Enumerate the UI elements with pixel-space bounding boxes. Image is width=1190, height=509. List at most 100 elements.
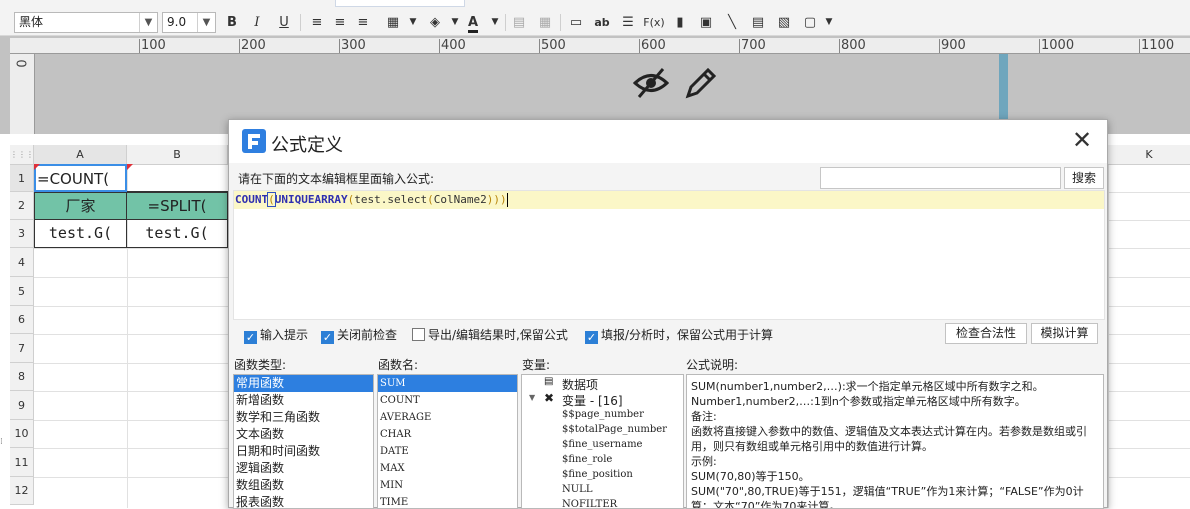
column-header-b[interactable]: B: [127, 145, 228, 165]
text-field-icon[interactable]: ▭: [565, 12, 587, 33]
tree-leaf[interactable]: $fine_role: [562, 454, 612, 465]
split-cells-icon[interactable]: ▦: [534, 12, 556, 33]
text-tool-button[interactable]: ab: [591, 12, 613, 33]
hide-icon[interactable]: [632, 66, 670, 103]
checkbox-icon[interactable]: ✓: [244, 331, 257, 344]
row-header[interactable]: 8: [10, 363, 34, 391]
cell-a1[interactable]: =COUNT(: [34, 164, 127, 192]
list-item[interactable]: TIME: [378, 494, 517, 508]
select-all-corner[interactable]: ⋮⋮⋮: [10, 145, 34, 165]
checkbox-icon[interactable]: ✓: [321, 331, 334, 344]
row-header[interactable]: 7: [10, 334, 34, 363]
close-icon[interactable]: ✕: [1069, 128, 1095, 154]
column-header-k[interactable]: K: [1108, 145, 1190, 165]
row-header[interactable]: 11: [10, 448, 34, 477]
list-item[interactable]: 新增函数: [234, 392, 373, 409]
tree-leaf[interactable]: $fine_position: [562, 469, 633, 480]
italic-button[interactable]: I: [246, 12, 268, 33]
check-validity-button[interactable]: 检查合法性: [945, 323, 1027, 344]
list-item[interactable]: 日期和时间函数: [234, 443, 373, 460]
row-header[interactable]: 12: [10, 477, 34, 505]
func-name-list[interactable]: SUM COUNT AVERAGE CHAR DATE MAX MIN TIME: [377, 374, 518, 509]
row-header[interactable]: 9: [10, 391, 34, 420]
checkbox-icon[interactable]: [412, 328, 425, 341]
row-header[interactable]: 1: [10, 165, 34, 192]
tree-leaf[interactable]: $$page_number: [562, 409, 644, 420]
tree-item-data[interactable]: 数据项: [562, 376, 598, 393]
list-item[interactable]: MAX: [378, 460, 517, 477]
row-header[interactable]: 6: [10, 306, 34, 334]
list-item[interactable]: MIN: [378, 477, 517, 494]
tree-leaf[interactable]: $$totalPage_number: [562, 424, 667, 435]
formula-button[interactable]: F(x): [643, 12, 665, 33]
slash-line-icon[interactable]: ╲: [721, 12, 743, 33]
tree-leaf[interactable]: NULL: [562, 484, 592, 495]
cell-b3[interactable]: test.G(: [127, 220, 228, 248]
option-keep-formula-export[interactable]: 导出/编辑结果时,保留公式: [412, 328, 568, 342]
list-item[interactable]: 文本函数: [234, 426, 373, 443]
column-header-a[interactable]: A: [34, 145, 127, 165]
font-name-select[interactable]: 黑体 ▼: [14, 12, 158, 33]
list-item[interactable]: AVERAGE: [378, 409, 517, 426]
variable-tree[interactable]: ▤ 数据项 ▼ ✖ 变量 - [16] $$page_number $$tota…: [521, 374, 684, 509]
ruler-label: 100: [141, 38, 166, 53]
tree-leaf[interactable]: $fine_username: [562, 439, 642, 450]
border-icon[interactable]: ▦: [382, 12, 404, 33]
cell-b2[interactable]: =SPLIT(: [127, 192, 228, 220]
ruler-label: 500: [541, 38, 566, 53]
chevron-down-icon[interactable]: ▼: [484, 12, 506, 33]
list-item[interactable]: 常用函数: [234, 375, 373, 392]
resize-handle[interactable]: ⁞: [0, 437, 3, 447]
chevron-down-icon[interactable]: ▼: [402, 12, 424, 33]
row-header[interactable]: 10: [10, 420, 34, 448]
underline-button[interactable]: U: [273, 12, 295, 33]
sub-report-icon[interactable]: ▤: [747, 12, 769, 33]
widget-icon[interactable]: ▧: [773, 12, 795, 33]
merge-cells-icon[interactable]: ▤: [508, 12, 530, 33]
cell-a3[interactable]: test.G(: [34, 220, 127, 248]
option-check-before-close[interactable]: ✓ 关闭前检查: [321, 328, 397, 344]
function-search-input[interactable]: [820, 167, 1061, 189]
image-icon[interactable]: ▣: [695, 12, 717, 33]
list-item[interactable]: SUM: [378, 375, 517, 392]
align-right-icon[interactable]: ≡: [352, 12, 374, 33]
list-item[interactable]: 报表函数: [234, 494, 373, 508]
edit-pencil-icon[interactable]: [684, 66, 718, 103]
row-header[interactable]: 4: [10, 248, 34, 277]
chart-icon[interactable]: ▮: [669, 12, 691, 33]
list-item[interactable]: 逻辑函数: [234, 460, 373, 477]
checkbox-icon[interactable]: ✓: [585, 331, 598, 344]
option-input-hint[interactable]: ✓ 输入提示: [244, 328, 308, 344]
chevron-down-icon[interactable]: ▼: [818, 12, 840, 33]
simulate-button[interactable]: 模拟计算: [1031, 323, 1098, 344]
list-item[interactable]: DATE: [378, 443, 517, 460]
row-header[interactable]: 2: [10, 192, 34, 220]
formula-editor[interactable]: COUNT(UNIQUEARRAY(test.select(ColName2))…: [233, 190, 1105, 320]
ruler-label: 300: [341, 38, 366, 53]
fill-color-icon[interactable]: ◈: [424, 12, 446, 33]
sheet-tab[interactable]: [335, 0, 465, 7]
func-type-list[interactable]: 常用函数 新增函数 数学和三角函数 文本函数 日期和时间函数 逻辑函数 数组函数…: [233, 374, 374, 509]
formula-line: COUNT(UNIQUEARRAY(test.select(ColName2))…: [234, 191, 1104, 209]
align-left-icon[interactable]: ≡: [306, 12, 328, 33]
align-center-icon[interactable]: ≡: [329, 12, 351, 33]
bold-button[interactable]: B: [221, 12, 243, 33]
list-item[interactable]: CHAR: [378, 426, 517, 443]
tree-expand-icon[interactable]: ▼: [529, 393, 535, 402]
tree-item-variables[interactable]: 变量 - [16]: [562, 392, 623, 409]
cell-a2[interactable]: 厂家: [34, 192, 127, 220]
row-header[interactable]: 5: [10, 277, 34, 306]
font-color-icon[interactable]: A: [462, 12, 484, 33]
description-label: 公式说明:: [686, 358, 739, 372]
list-item[interactable]: 数学和三角函数: [234, 409, 373, 426]
list-item[interactable]: 数组函数: [234, 477, 373, 494]
list-item[interactable]: COUNT: [378, 392, 517, 409]
option-keep-formula-fill[interactable]: ✓ 填报/分析时，保留公式用于计算: [585, 328, 773, 344]
row-header[interactable]: 3: [10, 220, 34, 248]
cell-b1[interactable]: [127, 165, 228, 192]
description-line: 示例:: [691, 455, 717, 468]
paragraph-icon[interactable]: ☰: [617, 12, 639, 33]
font-size-select[interactable]: 9.0 ▼: [162, 12, 216, 33]
formula-function: COUNT: [235, 193, 269, 206]
search-button[interactable]: 搜索: [1064, 167, 1104, 189]
